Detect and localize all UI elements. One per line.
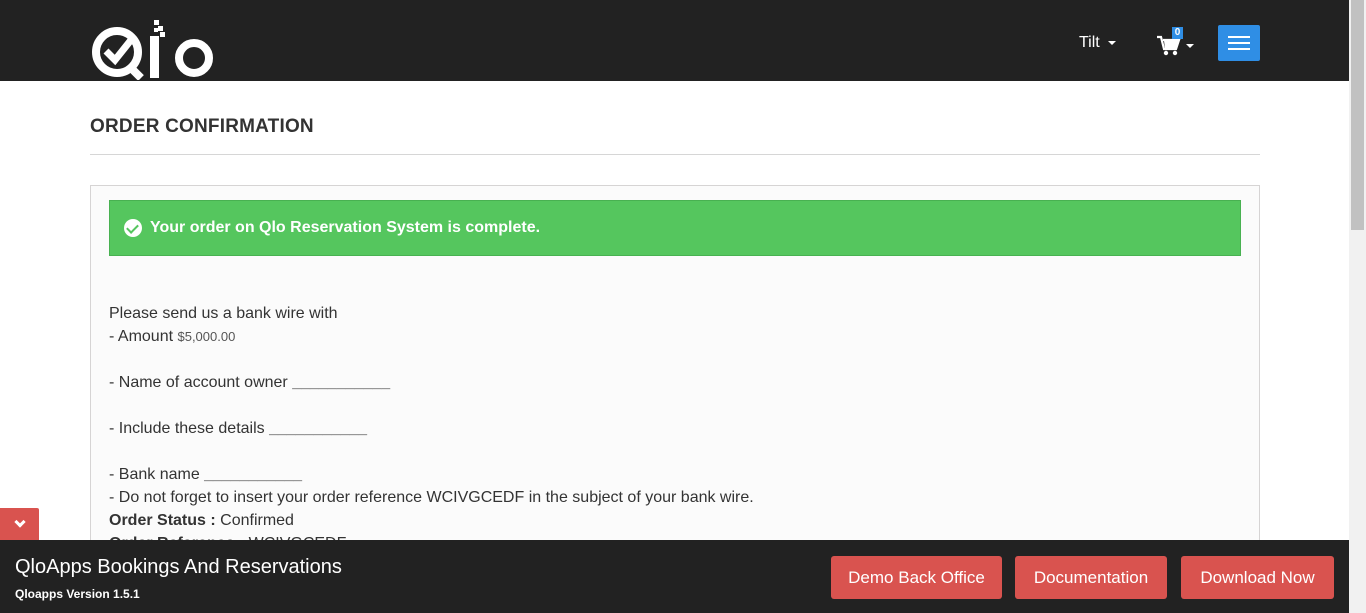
success-message: Your order on Qlo Reservation System is … [150, 219, 541, 236]
user-name: Tilt [1079, 34, 1100, 51]
bank-value: ___________ [204, 466, 303, 483]
cart-count-badge: 0 [1172, 27, 1183, 39]
bottom-bar-title: QloApps Bookings And Reservations [15, 556, 342, 578]
amount-value: $5,000.00 [177, 329, 236, 344]
chevron-down-icon [13, 516, 26, 528]
order-status-value: Confirmed [220, 512, 294, 529]
page-scrollbar-thumb[interactable] [1351, 0, 1364, 230]
owner-label: - Name of account owner [109, 374, 293, 391]
title-divider [90, 154, 1260, 155]
bank-label: - Bank name [109, 466, 205, 483]
intro-line: Please send us a bank wire with [109, 302, 754, 325]
page-title: ORDER CONFIRMATION [90, 116, 314, 137]
hamburger-menu-button[interactable] [1218, 25, 1260, 61]
order-status-line: Order Status : Confirmed [109, 509, 754, 532]
documentation-button[interactable]: Documentation [1015, 556, 1167, 599]
intro-text: Please send us a bank wire with [109, 305, 338, 322]
owner-line: - Name of account owner ___________ [109, 371, 754, 394]
check-circle-icon [124, 219, 142, 237]
owner-value: ___________ [292, 374, 391, 391]
success-alert: Your order on Qlo Reservation System is … [109, 200, 1241, 256]
download-now-button[interactable]: Download Now [1181, 556, 1334, 599]
amount-label: - Amount [109, 328, 178, 345]
version-text: Qloapps Version 1.5.1 [15, 587, 140, 601]
include-line: - Include these details ___________ [109, 417, 754, 440]
qlo-logo[interactable] [90, 18, 216, 81]
hamburger-line [1228, 48, 1250, 50]
top-navbar: Tilt 0 [0, 0, 1349, 81]
caret-down-icon [1107, 41, 1116, 45]
order-confirmation-box: Your order on Qlo Reservation System is … [90, 185, 1260, 565]
include-value: ___________ [269, 420, 367, 437]
demo-back-office-button[interactable]: Demo Back Office [831, 556, 1002, 599]
reference-note-line: - Do not forget to insert your order ref… [109, 486, 754, 509]
demo-bottom-bar: QloApps Bookings And Reservations Qloapp… [0, 540, 1349, 613]
include-label: - Include these details [109, 420, 270, 437]
reference-note: - Do not forget to insert your order ref… [109, 489, 754, 506]
user-menu-dropdown[interactable]: Tilt [1079, 34, 1116, 52]
bank-line: - Bank name ___________ [109, 463, 754, 486]
caret-down-icon [1186, 44, 1194, 48]
cart-button[interactable]: 0 [1157, 27, 1197, 58]
hamburger-line [1228, 42, 1250, 44]
bank-wire-details: Please send us a bank wire with - Amount… [109, 302, 754, 555]
hamburger-line [1228, 36, 1250, 38]
collapse-bar-button[interactable] [0, 508, 39, 540]
amount-line: - Amount $5,000.00 [109, 325, 754, 348]
order-status-label: Order Status : [109, 512, 221, 529]
